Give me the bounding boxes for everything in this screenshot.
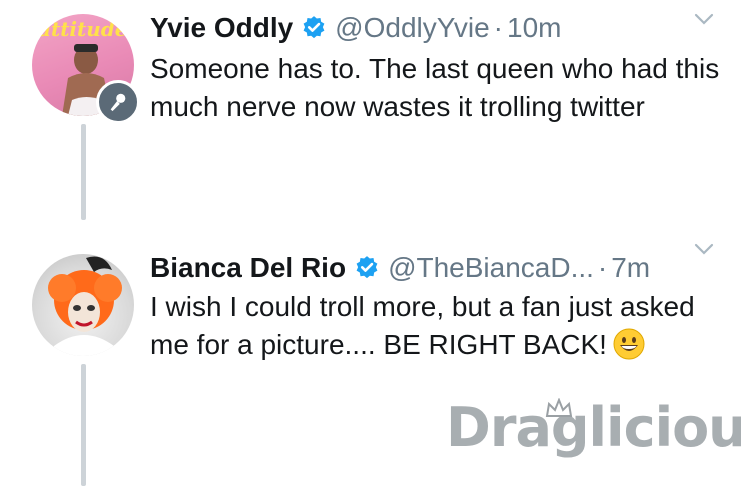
tweet-header: Bianca Del Rio @TheBiancaD... · 7m bbox=[150, 251, 721, 285]
user-handle[interactable]: @OddlyYvie bbox=[335, 11, 490, 45]
timestamp[interactable]: 10m bbox=[507, 11, 561, 45]
display-name[interactable]: Yvie Oddly bbox=[150, 11, 293, 45]
chevron-down-icon[interactable] bbox=[693, 238, 715, 265]
user-handle[interactable]: @TheBiancaD... bbox=[388, 251, 594, 285]
timestamp[interactable]: 7m bbox=[611, 251, 650, 285]
grinning-face-emoji bbox=[613, 328, 645, 370]
tweet-yvie-oddly[interactable]: attitude Yvie Oddly @OddlyYvie · 10m Som… bbox=[0, 0, 741, 230]
thread-connector bbox=[81, 124, 86, 220]
svg-text:attitude: attitude bbox=[38, 17, 128, 41]
separator: · bbox=[493, 12, 503, 43]
microphone-badge bbox=[96, 80, 140, 124]
thread-connector bbox=[81, 364, 86, 486]
avatar-photo bbox=[48, 256, 122, 356]
watermark-logo: Draglicious bbox=[446, 396, 741, 459]
chevron-down-icon[interactable] bbox=[693, 8, 715, 35]
verified-icon bbox=[301, 15, 327, 41]
microphone-icon bbox=[110, 93, 126, 112]
verified-icon bbox=[354, 255, 380, 281]
avatar[interactable] bbox=[32, 254, 134, 356]
tweet-text: I wish I could troll more, but a fan jus… bbox=[150, 288, 720, 370]
separator: · bbox=[597, 252, 608, 283]
tweet-header: Yvie Oddly @OddlyYvie · 10m bbox=[150, 11, 721, 45]
display-name[interactable]: Bianca Del Rio bbox=[150, 251, 346, 285]
tweet-text: Someone has to. The last queen who had t… bbox=[150, 53, 720, 122]
